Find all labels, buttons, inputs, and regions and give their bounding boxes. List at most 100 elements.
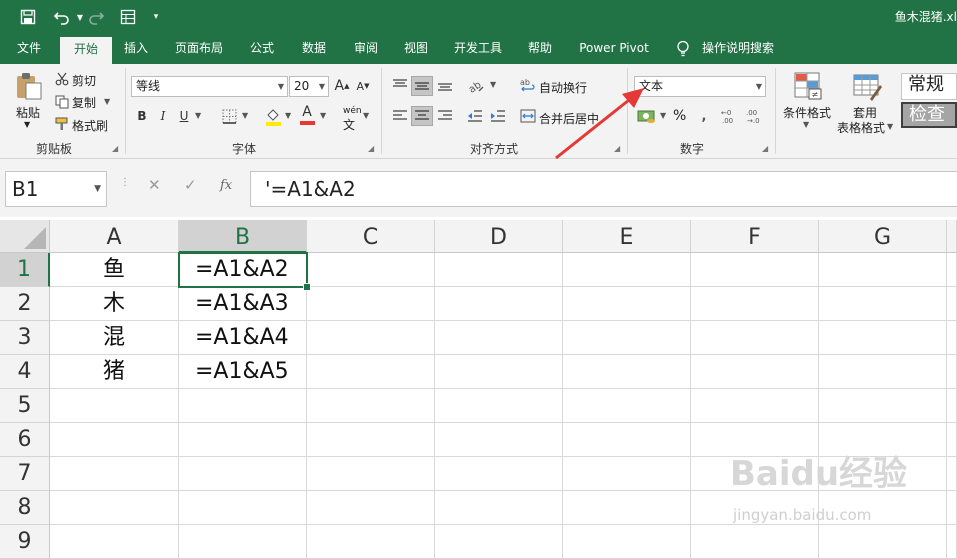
- increase-decimal-icon[interactable]: ←0.00: [720, 106, 742, 126]
- save-icon[interactable]: [18, 7, 38, 27]
- cell-d5[interactable]: [435, 389, 563, 423]
- cell-e3[interactable]: [563, 321, 691, 355]
- cell-d7[interactable]: [435, 457, 563, 491]
- select-all-button[interactable]: [0, 220, 50, 253]
- font-color-dropdown-icon[interactable]: ▼: [320, 111, 326, 120]
- cell-c9[interactable]: [307, 525, 435, 559]
- cell-a4[interactable]: 猪: [50, 355, 179, 389]
- cell-b3[interactable]: =A1&A4: [179, 321, 307, 355]
- style-check-cell[interactable]: 检查: [901, 102, 957, 128]
- cell-g9[interactable]: [819, 525, 947, 559]
- formula-bar-grip[interactable]: ⋮: [120, 178, 130, 188]
- cell-h5[interactable]: [947, 389, 957, 423]
- row-header-7[interactable]: 7: [0, 457, 50, 491]
- cell-c8[interactable]: [307, 491, 435, 525]
- cell-e2[interactable]: [563, 287, 691, 321]
- tab-formulas[interactable]: 公式: [240, 34, 284, 64]
- cell-a2[interactable]: 木: [50, 287, 179, 321]
- cell-e7[interactable]: [563, 457, 691, 491]
- tab-data[interactable]: 数据: [292, 34, 336, 64]
- column-header-a[interactable]: A: [50, 220, 179, 253]
- row-header-2[interactable]: 2: [0, 287, 50, 321]
- cell-f4[interactable]: [691, 355, 819, 389]
- underline-dropdown-icon[interactable]: ▼: [195, 111, 201, 120]
- fill-handle[interactable]: [303, 283, 311, 291]
- cell-b2[interactable]: =A1&A3: [179, 287, 307, 321]
- phonetic-guide-button[interactable]: wén: [343, 106, 362, 116]
- formula-input[interactable]: '=A1&A2: [250, 171, 957, 207]
- column-header-g[interactable]: G: [819, 220, 947, 253]
- cell-h7[interactable]: [947, 457, 957, 491]
- font-name-combo[interactable]: 等线 ▼: [131, 76, 288, 97]
- comma-style-icon[interactable]: ,: [694, 107, 714, 125]
- undo-icon[interactable]: [52, 7, 72, 27]
- redo-icon[interactable]: [86, 7, 106, 27]
- insert-function-button[interactable]: fx: [220, 178, 232, 193]
- cell-g5[interactable]: [819, 389, 947, 423]
- align-center-icon[interactable]: [411, 106, 433, 126]
- tab-review[interactable]: 审阅: [344, 34, 388, 64]
- orientation-icon[interactable]: ab: [465, 76, 487, 94]
- cell-d6[interactable]: [435, 423, 563, 457]
- column-header-d[interactable]: D: [435, 220, 563, 253]
- row-header-9[interactable]: 9: [0, 525, 50, 559]
- cell-b6[interactable]: [179, 423, 307, 457]
- cell-b9[interactable]: [179, 525, 307, 559]
- cell-a5[interactable]: [50, 389, 179, 423]
- cell-c7[interactable]: [307, 457, 435, 491]
- cut-button[interactable]: 剪切: [72, 72, 96, 89]
- align-bottom-icon[interactable]: [435, 76, 455, 94]
- row-header-5[interactable]: 5: [0, 389, 50, 423]
- format-as-table-button[interactable]: 表格格式: [837, 119, 885, 136]
- borders-dropdown-icon[interactable]: ▼: [242, 111, 248, 120]
- conditional-dropdown-icon[interactable]: ▼: [803, 120, 809, 129]
- copy-dropdown-icon[interactable]: ▼: [104, 97, 110, 106]
- font-launcher-icon[interactable]: ◢: [368, 144, 374, 153]
- cell-c6[interactable]: [307, 423, 435, 457]
- phonetic-dropdown-icon[interactable]: ▼: [363, 111, 369, 120]
- cell-g2[interactable]: [819, 287, 947, 321]
- cell-a7[interactable]: [50, 457, 179, 491]
- cell-c5[interactable]: [307, 389, 435, 423]
- column-header-h[interactable]: [947, 220, 957, 253]
- align-middle-icon[interactable]: [411, 76, 433, 96]
- increase-indent-icon[interactable]: [488, 107, 508, 125]
- cell-f2[interactable]: [691, 287, 819, 321]
- fill-color-icon[interactable]: [264, 106, 282, 126]
- fill-color-dropdown-icon[interactable]: ▼: [285, 111, 291, 120]
- accounting-dropdown-icon[interactable]: ▼: [660, 111, 666, 120]
- wrap-text-icon[interactable]: ab: [520, 76, 536, 94]
- tab-view[interactable]: 视图: [394, 34, 438, 64]
- cell-d4[interactable]: [435, 355, 563, 389]
- font-color-button[interactable]: A: [298, 104, 316, 126]
- cell-g3[interactable]: [819, 321, 947, 355]
- format-as-table-dropdown-icon[interactable]: ▼: [887, 122, 893, 131]
- cell-h4[interactable]: [947, 355, 957, 389]
- decrease-decimal-icon[interactable]: .00 →.0: [745, 106, 767, 126]
- cell-e5[interactable]: [563, 389, 691, 423]
- conditional-formatting-icon[interactable]: ≠: [792, 70, 824, 102]
- cell-e4[interactable]: [563, 355, 691, 389]
- row-header-8[interactable]: 8: [0, 491, 50, 525]
- bold-button[interactable]: B: [134, 107, 150, 125]
- format-as-table-icon[interactable]: [851, 70, 883, 102]
- cell-e1[interactable]: [563, 253, 691, 287]
- cell-e9[interactable]: [563, 525, 691, 559]
- cell-a3[interactable]: 混: [50, 321, 179, 355]
- cell-g1[interactable]: [819, 253, 947, 287]
- align-right-icon[interactable]: [435, 107, 455, 125]
- column-header-c[interactable]: C: [307, 220, 435, 253]
- cell-h6[interactable]: [947, 423, 957, 457]
- row-header-3[interactable]: 3: [0, 321, 50, 355]
- grow-font-button[interactable]: A ▲: [333, 77, 351, 95]
- copy-icon[interactable]: [54, 94, 70, 110]
- tab-file[interactable]: 文件: [5, 34, 53, 64]
- cell-h2[interactable]: [947, 287, 957, 321]
- orientation-dropdown-icon[interactable]: ▼: [490, 80, 496, 89]
- conditional-formatting-button[interactable]: 条件格式: [783, 104, 831, 121]
- tell-me-search[interactable]: 操作说明搜索: [696, 34, 780, 64]
- cancel-entry-button[interactable]: ✕: [148, 176, 161, 194]
- column-header-e[interactable]: E: [563, 220, 691, 253]
- cell-d3[interactable]: [435, 321, 563, 355]
- format-painter-icon[interactable]: [54, 116, 70, 132]
